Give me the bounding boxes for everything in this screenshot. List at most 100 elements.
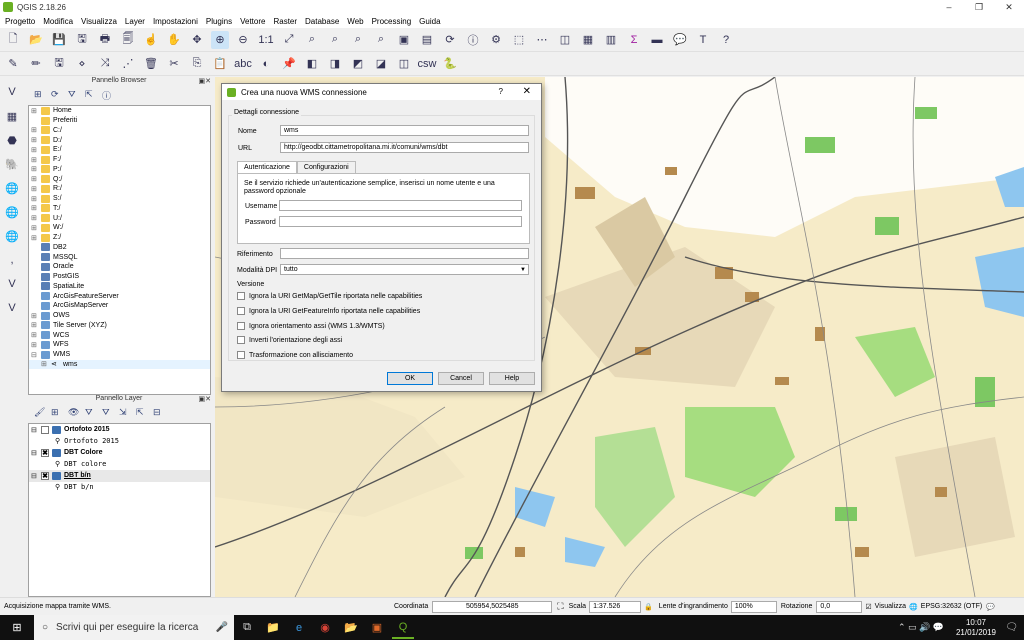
browser-item[interactable]: ⊞ R:/ <box>29 184 210 194</box>
open-project-icon[interactable]: 📂 <box>27 31 45 49</box>
menu-visualizza[interactable]: Visualizza <box>78 17 122 26</box>
browser-item[interactable]: ⊞ Q:/ <box>29 174 210 184</box>
field-calculator-icon[interactable]: ▥ <box>602 31 620 49</box>
taskbar-search[interactable]: ○ Scrivi qui per eseguire la ricerca 🎤 <box>34 615 234 640</box>
new-layer-icon[interactable]: V <box>3 299 21 317</box>
browser-item[interactable]: ⊞ F:/ <box>29 155 210 165</box>
crs-globe-icon[interactable]: 🌐 <box>909 603 918 611</box>
layer-labeling-icon[interactable]: ◐ <box>257 55 275 73</box>
save-edits-icon[interactable]: 🖫 <box>50 55 68 73</box>
expand-icon[interactable] <box>31 273 39 281</box>
cut-features-icon[interactable]: ✂ <box>165 55 183 73</box>
select-icon[interactable]: ⬚ <box>510 31 528 49</box>
refresh-icon[interactable]: ⟳ <box>51 89 63 101</box>
pan-icon[interactable]: ✋ <box>165 31 183 49</box>
browser-item[interactable]: ⊞ WCS <box>29 330 210 340</box>
browser-item[interactable]: ⊞ E:/ <box>29 145 210 155</box>
add-delimited-icon[interactable]: , <box>3 251 21 269</box>
collapse-all-icon[interactable]: ⇱ <box>136 407 148 419</box>
expand-icon[interactable]: ⊞ <box>31 136 39 144</box>
edge-icon[interactable]: e <box>288 617 310 639</box>
add-wms-icon[interactable]: 🌐 <box>3 179 21 197</box>
expand-icon[interactable]: ⊞ <box>31 126 39 134</box>
browser-item[interactable]: ⊞ OWS <box>29 311 210 321</box>
expand-icon[interactable] <box>31 243 39 251</box>
measure-icon[interactable]: ▬ <box>648 31 666 49</box>
layer-visibility-checkbox[interactable] <box>41 425 49 434</box>
file-explorer-icon[interactable]: 📁 <box>262 617 284 639</box>
checkbox[interactable] <box>237 307 245 315</box>
new-map-view-icon[interactable]: ▣ <box>395 31 413 49</box>
magnifier-field[interactable]: 100% <box>730 600 777 613</box>
label-icon[interactable]: abc <box>234 55 252 73</box>
collapse-icon[interactable]: ⊟ <box>31 449 39 457</box>
add-raster-icon[interactable]: ▦ <box>3 107 21 125</box>
expand-icon[interactable]: ⊞ <box>31 204 39 212</box>
option-invert-axis[interactable]: Inverti l'orientazione degli assi <box>237 336 342 344</box>
layer-tree[interactable]: ⊟ Ortofoto 2015 ⚲ Ortofoto 2015 ⊟ ✖ DBT Colore… <box>28 423 211 597</box>
browser-item[interactable]: ⊞ C:/ <box>29 126 210 136</box>
toggle-editing-icon[interactable]: ✏ <box>27 55 45 73</box>
pin-label-icon[interactable]: 📌 <box>280 55 298 73</box>
python-icon[interactable]: 🐍 <box>441 55 459 73</box>
zoom-selection-icon[interactable]: ⌕ <box>303 31 321 49</box>
add-selected-icon[interactable]: ⊞ <box>34 89 46 101</box>
extents-toggle-icon[interactable]: ⛶ <box>557 601 563 612</box>
scale-field[interactable]: 1:37.526 <box>589 600 642 613</box>
move-label-icon[interactable]: ◨ <box>326 55 344 73</box>
render-checkbox[interactable]: ☑ <box>865 603 871 611</box>
expand-icon[interactable] <box>31 302 39 310</box>
ok-button[interactable]: OK <box>387 372 433 385</box>
expand-icon[interactable]: ⊞ <box>31 185 39 193</box>
expand-icon[interactable] <box>31 117 39 125</box>
option-ignore-getmap[interactable]: Ignora la URI GetMap/GetTile riportata n… <box>237 292 422 300</box>
zoom-out-icon[interactable]: ⊖ <box>234 31 252 49</box>
browser-item[interactable]: ⊞ T:/ <box>29 204 210 214</box>
username-input[interactable] <box>279 200 522 211</box>
browser-item[interactable]: ⊞ Z:/ <box>29 233 210 243</box>
collapse-all-icon[interactable]: ⇱ <box>85 89 97 101</box>
csw-icon[interactable]: csw <box>418 55 437 73</box>
expand-icon[interactable]: ⊞ <box>31 331 39 339</box>
layer-visibility-checkbox[interactable]: ✖ <box>41 448 49 457</box>
rotate-label-icon[interactable]: ◩ <box>349 55 367 73</box>
add-vector-icon[interactable]: V <box>3 83 21 101</box>
expand-icon[interactable]: ⊞ <box>31 195 39 203</box>
add-wfs-icon[interactable]: 🌐 <box>3 227 21 245</box>
add-postgis-icon[interactable]: 🐘 <box>3 155 21 173</box>
delete-selected-icon[interactable]: 🗑 <box>142 55 160 73</box>
layer-item[interactable]: ⊟ ✖ DBT Colore <box>29 447 210 459</box>
help-icon[interactable]: ? <box>717 31 735 49</box>
browser-item[interactable]: Preferiti <box>29 116 210 126</box>
menu-database[interactable]: Database <box>302 17 344 26</box>
collapse-icon[interactable]: ⊟ <box>31 426 39 434</box>
dpi-mode-select[interactable]: tutto ▼ <box>280 264 529 275</box>
text-annotation-icon[interactable]: T <box>694 31 712 49</box>
menu-raster[interactable]: Raster <box>270 17 302 26</box>
paste-features-icon[interactable]: 📋 <box>211 55 229 73</box>
zoom-full-icon[interactable]: ⤢ <box>280 31 298 49</box>
browser-item[interactable]: ⊞ Home <box>29 106 210 116</box>
copy-features-icon[interactable]: ⎘ <box>188 55 206 73</box>
browser-item[interactable]: Oracle <box>29 262 210 272</box>
qgis-taskbar-icon[interactable]: Q <box>392 617 414 639</box>
menu-plugins[interactable]: Plugins <box>203 17 237 26</box>
expand-icon[interactable] <box>31 282 39 290</box>
style-icon[interactable]: 🖌 <box>34 407 46 419</box>
refresh-icon[interactable]: ⟳ <box>441 31 459 49</box>
name-input[interactable]: wms <box>280 125 529 136</box>
browser-item[interactable]: ⊞ ⋖ wms <box>29 359 210 370</box>
label-tool-icon[interactable]: ◫ <box>395 55 413 73</box>
expand-icon[interactable]: ⊞ <box>31 224 39 232</box>
folder-icon[interactable]: 📂 <box>340 617 362 639</box>
filter-expression-icon[interactable]: ⛛ <box>102 407 114 419</box>
expand-icon[interactable]: ⊞ <box>31 146 39 154</box>
menu-layer[interactable]: Layer <box>122 17 150 26</box>
expand-icon[interactable]: ⊞ <box>31 312 39 320</box>
expand-icon[interactable]: ⊞ <box>31 234 39 242</box>
crs-indicator[interactable]: EPSG:32632 (OTF) <box>921 603 982 610</box>
browser-item[interactable]: ⊞ U:/ <box>29 213 210 223</box>
collapse-icon[interactable]: ⊟ <box>31 472 39 480</box>
touch-icon[interactable]: ☝ <box>142 31 160 49</box>
select-by-value-icon[interactable]: ⋯ <box>533 31 551 49</box>
